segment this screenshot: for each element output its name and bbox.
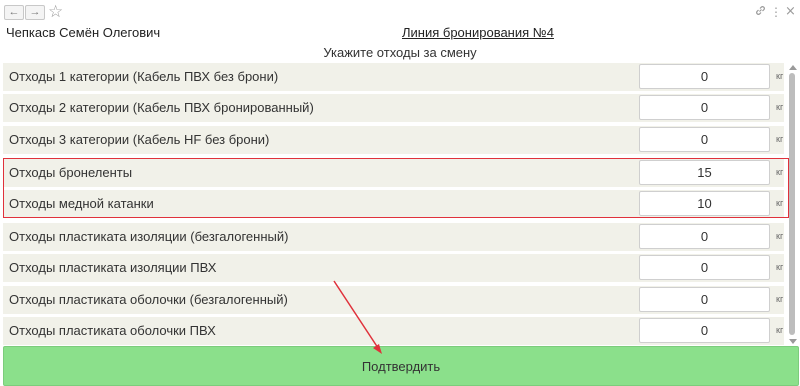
row-label: Отходы пластиката оболочки (безгалогенны…	[9, 292, 288, 307]
waste-row-insulation-pvc: Отходы пластиката изоляции ПВХ кг	[3, 254, 784, 282]
unit-label: кг	[776, 325, 784, 335]
form-subtitle: Укажите отходы за смену	[323, 45, 477, 60]
unit-label: кг	[776, 262, 784, 272]
link-icon-glyph	[756, 6, 765, 15]
quantity-input[interactable]	[639, 318, 770, 343]
row-label: Отходы пластиката изоляции (безгалогенны…	[9, 229, 289, 244]
waste-row-armor-tape: Отходы бронеленты кг	[3, 159, 784, 187]
quantity-input[interactable]	[639, 160, 770, 185]
quantity-input[interactable]	[639, 191, 770, 216]
line-title-link[interactable]: Линия бронирования №4	[402, 25, 554, 41]
row-label: Отходы пластиката оболочки ПВХ	[9, 323, 216, 338]
vertical-scrollbar[interactable]	[787, 63, 799, 346]
user-name: Чепкасв Семён Олегович	[6, 25, 161, 40]
link-icon[interactable]	[755, 5, 766, 19]
quantity-input[interactable]	[639, 95, 770, 120]
quantity-input[interactable]	[639, 224, 770, 249]
waste-row-category-3: Отходы 3 категории (Кабель HF без брони)…	[3, 126, 784, 154]
quantity-input[interactable]	[639, 255, 770, 280]
waste-list: Отходы 1 категории (Кабель ПВХ без брони…	[0, 63, 786, 346]
confirm-button[interactable]: Подтвердить	[3, 346, 799, 386]
waste-row-category-1: Отходы 1 категории (Кабель ПВХ без брони…	[3, 63, 784, 91]
row-label: Отходы бронеленты	[9, 165, 133, 180]
unit-label: кг	[776, 198, 784, 208]
row-label: Отходы пластиката изоляции ПВХ	[9, 260, 217, 275]
more-options-icon[interactable]: ⋮	[770, 5, 782, 19]
close-icon[interactable]: ×	[785, 5, 796, 19]
row-label: Отходы 2 категории (Кабель ПВХ бронирова…	[9, 100, 314, 115]
row-label: Отходы 3 категории (Кабель HF без брони)	[9, 132, 270, 147]
row-label: Отходы медной катанки	[9, 196, 154, 211]
quantity-input[interactable]	[639, 127, 770, 152]
quantity-input[interactable]	[639, 287, 770, 312]
unit-label: кг	[776, 231, 784, 241]
waste-row-copper-rod: Отходы медной катанки кг	[3, 190, 784, 218]
unit-label: кг	[776, 167, 784, 177]
back-arrow-icon[interactable]: ←	[4, 5, 24, 20]
waste-row-insulation-halogen-free: Отходы пластиката изоляции (безгалогенны…	[3, 223, 784, 251]
waste-row-sheath-halogen-free: Отходы пластиката оболочки (безгалогенны…	[3, 286, 784, 314]
unit-label: кг	[776, 102, 784, 112]
forward-arrow-icon[interactable]: →	[25, 5, 45, 20]
scroll-up-icon[interactable]	[789, 65, 797, 70]
unit-label: кг	[776, 294, 784, 304]
waste-row-category-2: Отходы 2 категории (Кабель ПВХ бронирова…	[3, 94, 784, 122]
row-label: Отходы 1 категории (Кабель ПВХ без брони…	[9, 69, 279, 84]
scroll-down-icon[interactable]	[789, 339, 797, 344]
quantity-input[interactable]	[639, 64, 770, 89]
waste-row-sheath-pvc: Отходы пластиката оболочки ПВХ кг	[3, 317, 784, 345]
scrollbar-thumb[interactable]	[789, 73, 795, 335]
favorite-star-icon[interactable]: ☆	[48, 3, 63, 21]
unit-label: кг	[776, 71, 784, 81]
unit-label: кг	[776, 134, 784, 144]
window-toolbar: ← → ☆ ⋮ ×	[0, 0, 800, 26]
